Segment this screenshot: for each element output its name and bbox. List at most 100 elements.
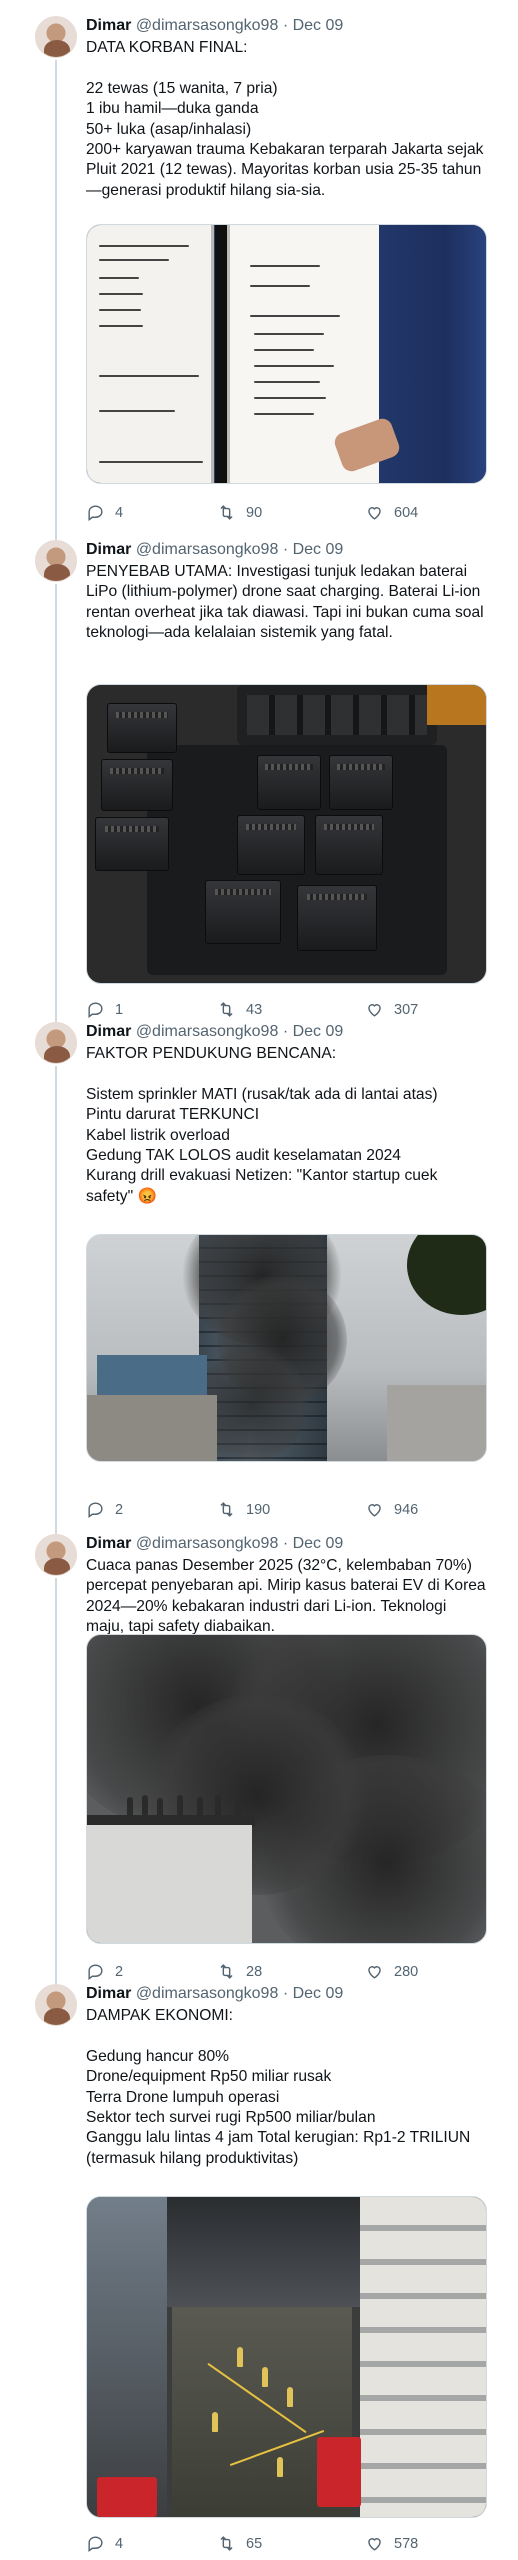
tweet-header: Dimar @dimarsasongko98 · Dec 09 [86,1984,343,2004]
like-count: 946 [394,1501,419,1518]
battery-pack [107,703,177,753]
fire-truck [97,2477,157,2517]
like-count: 578 [394,2535,419,2552]
like-button[interactable]: 578 [365,2534,418,2553]
firefighter [237,2347,243,2367]
tweet[interactable]: Dimar @dimarsasongko98 · Dec 09 DATA KOR… [0,0,518,540]
reply-count: 4 [115,504,124,521]
tweet-image[interactable] [86,224,487,484]
separator-dot: · [282,17,289,34]
avatar[interactable] [35,1984,77,2026]
tweet-text: PENYEBAB UTAMA: Investigasi tunjuk ledak… [86,563,488,642]
retweet-icon [220,2536,233,2551]
avatar[interactable] [35,1022,77,1064]
author-handle[interactable]: @dimarsasongko98 [136,1985,279,2002]
firefighter [277,2457,283,2477]
author-name[interactable]: Dimar [86,1023,131,1040]
low-building-right [387,1385,486,1461]
retweet-count: 65 [246,2535,263,2552]
reply-count: 2 [115,1501,124,1518]
author-handle[interactable]: @dimarsasongko98 [136,541,279,558]
tree [407,1235,486,1315]
heart-icon [368,1504,381,1517]
tweet-date[interactable]: Dec 09 [293,1985,344,2002]
reply-count: 4 [115,2535,124,2552]
firefighter [262,2367,268,2387]
author-handle[interactable]: @dimarsasongko98 [136,1535,279,1552]
person [142,1795,148,1815]
separator-dot: · [282,1985,289,2002]
board-divider [215,225,227,483]
tweet-text: DAMPAK EKONOMI: Gedung hancur 80% Drone/… [86,2007,471,2167]
reply-icon [88,505,103,522]
battery-pack [329,755,393,810]
reply-icon [88,2536,103,2553]
tweet-date[interactable]: Dec 09 [293,1535,344,1552]
reply-button[interactable]: 4 [86,503,123,522]
tweet-text: Cuaca panas Desember 2025 (32°C, kelemba… [86,1557,490,1636]
tweet-header: Dimar @dimarsasongko98 · Dec 09 [86,1022,343,1042]
tweet-image[interactable] [86,2196,487,2518]
battery-pack [101,759,173,811]
tweet[interactable]: Dimar @dimarsasongko98 · Dec 09 Cuaca pa… [0,1518,518,1988]
retweet-icon [220,1502,233,1517]
tweet[interactable]: Dimar @dimarsasongko98 · Dec 09 PENYEBAB… [0,524,518,1019]
retweet-count: 90 [246,504,263,521]
battery-pack [315,815,383,875]
battery-pack [205,880,281,944]
tweet-header: Dimar @dimarsasongko98 · Dec 09 [86,16,343,36]
building-right [360,2197,486,2517]
separator-dot: · [282,1535,289,1552]
tweet-image[interactable] [86,684,487,984]
author-handle[interactable]: @dimarsasongko98 [136,17,279,34]
avatar[interactable] [35,1534,77,1576]
author-name[interactable]: Dimar [86,17,131,34]
building-left [87,2197,167,2517]
tweet-date[interactable]: Dec 09 [293,17,344,34]
tweet-actions: 4 90 604 [86,503,486,525]
heart-icon [368,2538,381,2551]
author-name[interactable]: Dimar [86,541,131,558]
avatar[interactable] [35,16,77,58]
tweet-date[interactable]: Dec 09 [293,541,344,558]
tweet[interactable]: Dimar @dimarsasongko98 · Dec 09 FAKTOR P… [0,1006,518,1519]
tweet-header: Dimar @dimarsasongko98 · Dec 09 [86,1534,343,1554]
retweet-button[interactable]: 90 [217,503,262,522]
tweet-text: FAKTOR PENDUKUNG BENCANA: Sistem sprinkl… [86,1045,438,1205]
person [197,1797,203,1817]
firefighter [287,2387,293,2407]
battery-pack [257,755,321,810]
tweet[interactable]: Dimar @dimarsasongko98 · Dec 09 DAMPAK E… [0,1968,518,2560]
tweet-image[interactable] [86,1234,487,1462]
author-handle[interactable]: @dimarsasongko98 [136,1023,279,1040]
separator-dot: · [282,1023,289,1040]
person [235,1797,241,1817]
like-count: 604 [394,504,419,521]
tweet-text: DATA KORBAN FINAL: 22 tewas (15 wanita, … [86,39,484,199]
battery-pack [95,817,169,871]
retweet-count: 190 [246,1501,271,1518]
author-name[interactable]: Dimar [86,1985,131,2002]
person [177,1795,183,1815]
avatar[interactable] [35,540,77,582]
like-button[interactable]: 946 [365,1500,418,1519]
battery-pack [237,815,305,875]
retweet-icon [220,505,233,520]
retweet-button[interactable]: 190 [217,1500,270,1519]
building-wall [87,1825,252,1943]
separator-dot: · [282,541,289,558]
person [215,1795,221,1815]
tweet-actions: 4 65 578 [86,2534,486,2556]
heart-icon [368,507,381,520]
author-name[interactable]: Dimar [86,1535,131,1552]
reply-button[interactable]: 4 [86,2534,123,2553]
person [157,1798,163,1818]
like-button[interactable]: 604 [365,503,418,522]
retweet-button[interactable]: 65 [217,2534,262,2553]
tweet-thread: Dimar @dimarsasongko98 · Dec 09 DATA KOR… [0,0,518,2560]
fire-truck [317,2437,361,2507]
reply-icon [88,1502,103,1519]
tweet-date[interactable]: Dec 09 [293,1023,344,1040]
reply-button[interactable]: 2 [86,1500,123,1519]
tweet-image[interactable] [86,1634,487,1944]
